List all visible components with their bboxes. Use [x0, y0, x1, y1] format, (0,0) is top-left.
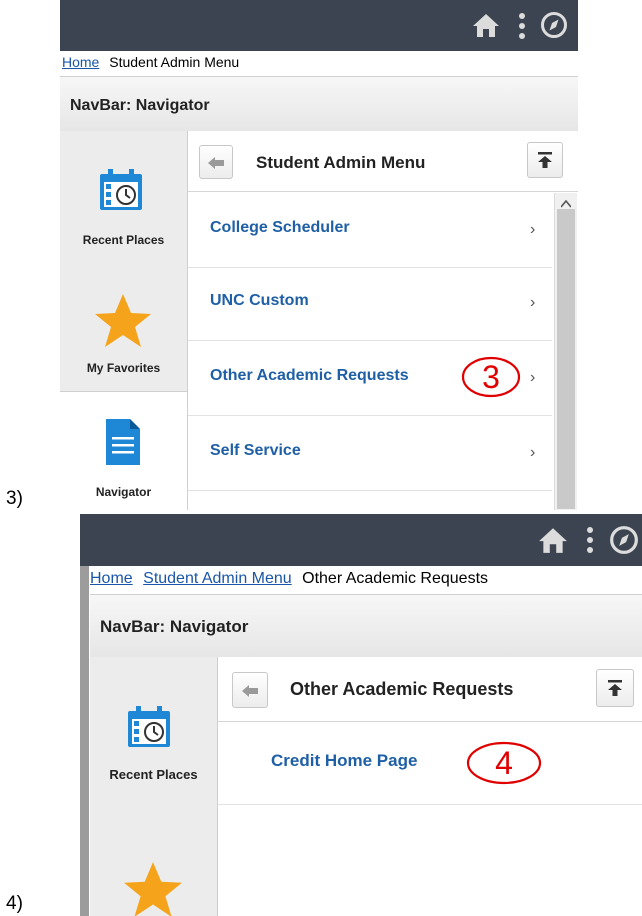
menu-scrollbar[interactable] — [554, 193, 577, 510]
menu-title: Student Admin Menu — [256, 153, 426, 172]
recent-places-label: Recent Places — [82, 233, 165, 247]
back-button[interactable] — [232, 672, 268, 708]
menu-item-college-scheduler[interactable]: College Scheduler › — [188, 193, 552, 268]
step-label-4: 4) — [6, 893, 23, 914]
breadcrumb-home-link[interactable]: Home — [62, 54, 99, 70]
my-favorites-label: My Favorites — [86, 361, 161, 375]
navbar-left-column: Recent Places — [90, 657, 218, 916]
back-arrow-icon — [208, 156, 224, 174]
scroll-top-icon — [538, 152, 552, 173]
scroll-to-top-button[interactable] — [596, 669, 634, 707]
breadcrumb-current: Other Academic Requests — [302, 570, 489, 587]
chevron-right-icon: › — [530, 444, 536, 461]
annotation-number: 3 — [482, 359, 500, 395]
chevron-right-icon: › — [530, 221, 536, 238]
calendar-clock-icon — [126, 705, 172, 752]
breadcrumb: Home Student Admin Menu — [60, 54, 578, 74]
breadcrumb: Home Student Admin Menu Other Academic R… — [90, 570, 642, 592]
breadcrumb-student-admin-link[interactable]: Student Admin Menu — [143, 570, 292, 587]
menu-item-self-service[interactable]: Self Service › — [188, 416, 552, 491]
document-icon — [106, 419, 140, 468]
annotation-number: 4 — [495, 745, 513, 781]
step-label-3: 3) — [6, 488, 23, 509]
menu-title: Other Academic Requests — [290, 679, 514, 699]
navbar-header: NavBar: Navigator — [60, 76, 578, 132]
navbar-title: NavBar: Navigator — [100, 617, 249, 636]
navigator-label: Navigator — [95, 485, 152, 499]
menu-header: Other Academic Requests — [218, 657, 642, 722]
menu-header: Student Admin Menu — [188, 131, 578, 192]
navbar-header: NavBar: Navigator — [90, 594, 642, 658]
menu-item-unc-custom[interactable]: UNC Custom › — [188, 268, 552, 341]
menu-item-credit-home-page[interactable]: Credit Home Page 4 — [218, 722, 642, 805]
menu-panel: Other Academic Requests Credit Home Page… — [218, 657, 642, 916]
kebab-menu-icon[interactable] — [586, 526, 594, 559]
recent-places-tile[interactable]: Recent Places — [90, 657, 217, 797]
kebab-menu-icon[interactable] — [518, 12, 526, 45]
navbar-title: NavBar: Navigator — [70, 97, 210, 114]
screenshot-step-3: Home Student Admin Menu NavBar: Navigato… — [60, 0, 578, 510]
home-icon[interactable] — [538, 526, 568, 559]
screenshot-step-4: Home Student Admin Menu Other Academic R… — [80, 514, 642, 916]
breadcrumb-home-link[interactable]: Home — [90, 570, 133, 587]
chevron-right-icon: › — [530, 369, 536, 386]
menu-item-label: UNC Custom — [210, 292, 309, 309]
star-icon — [93, 293, 153, 352]
scroll-to-top-button[interactable] — [527, 142, 563, 178]
hand-drawn-circle-annotation: 4 — [464, 738, 544, 793]
chevron-right-icon: › — [530, 294, 536, 311]
my-favorites-tile[interactable]: My Favorites — [60, 281, 187, 386]
back-button[interactable] — [199, 145, 233, 179]
calendar-clock-icon — [98, 168, 144, 215]
menu-item-label: College Scheduler — [210, 219, 350, 236]
compass-icon[interactable] — [609, 525, 639, 560]
left-gray-strip — [80, 566, 89, 916]
scroll-top-icon — [608, 680, 622, 701]
hand-drawn-circle-annotation: 3 — [460, 353, 522, 406]
menu-panel: Student Admin Menu College Scheduler › U… — [188, 131, 578, 510]
home-icon[interactable] — [472, 12, 500, 43]
navbar-left-column: Recent Places My Favorites Navigator — [60, 131, 188, 510]
breadcrumb-current: Student Admin Menu — [109, 54, 240, 70]
my-favorites-tile[interactable] — [90, 841, 217, 916]
scrollbar-thumb[interactable] — [557, 209, 575, 509]
top-header-bar — [60, 0, 578, 51]
menu-item-label: Other Academic Requests — [210, 367, 409, 384]
menu-item-label: Self Service — [210, 442, 301, 459]
recent-places-label: Recent Places — [109, 767, 198, 782]
recent-places-tile[interactable]: Recent Places — [60, 131, 187, 247]
star-icon — [122, 861, 184, 916]
navigator-tile[interactable]: Navigator — [60, 391, 187, 510]
back-arrow-icon — [242, 684, 258, 702]
compass-icon[interactable] — [540, 11, 568, 44]
top-header-bar — [80, 514, 642, 566]
menu-item-other-academic-requests[interactable]: Other Academic Requests 3 › — [188, 341, 552, 416]
menu-item-label: Credit Home Page — [271, 751, 418, 770]
